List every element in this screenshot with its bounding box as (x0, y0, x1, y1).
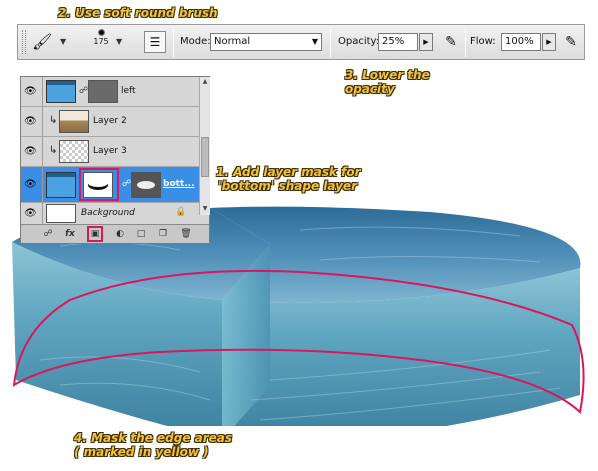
opacity-label: Opacity: (338, 36, 380, 47)
annotation-step1: 1. Add layer mask for 'bottom' shape lay… (216, 165, 361, 193)
layer-row-bottom[interactable]: 👁 ☍ bott... (21, 167, 199, 203)
trash-icon[interactable]: 🗑 (179, 228, 193, 240)
layers-panel: 👁 ☍ left 👁 ↳ Layer 2 👁 ↳ Layer 3 👁 ☍ bot… (20, 76, 210, 244)
annotation-step4-line2: ( marked in yellow ) (74, 445, 209, 459)
new-layer-icon[interactable]: ❐ (156, 228, 170, 240)
layer-thumbnail[interactable] (59, 110, 89, 133)
layers-panel-footer: ☍ fx ▣ ◐ □ ❐ 🗑 (21, 224, 209, 243)
brush-panel-toggle-button[interactable]: ☰ (144, 31, 166, 53)
layer-name[interactable]: Layer 3 (93, 146, 127, 156)
soft-round-brush-icon (97, 29, 105, 36)
tool-preset-chevron-down-icon[interactable]: ▼ (60, 37, 66, 46)
layer-thumbnail[interactable] (46, 80, 76, 103)
annotation-step3-line2: opacity (345, 82, 395, 96)
adjustment-layer-icon[interactable]: ◐ (113, 228, 127, 240)
annotation-step1-line1: 1. Add layer mask for (216, 165, 361, 179)
mask-link-icon[interactable]: ☍ (79, 86, 88, 96)
scroll-thumb[interactable] (201, 137, 209, 177)
airbrush-icon[interactable]: ✎ (561, 31, 581, 53)
scroll-down-arrow-icon[interactable]: ▼ (201, 205, 209, 213)
opacity-slider-button[interactable]: ▶ (419, 33, 433, 51)
mode-label: Mode: (180, 36, 211, 47)
divider (42, 167, 43, 203)
annotation-step4: 4. Mask the edge areas ( marked in yello… (74, 431, 232, 459)
layer-row-layer2[interactable]: 👁 ↳ Layer 2 (21, 107, 199, 137)
layer-name[interactable]: left (121, 86, 136, 96)
divider (42, 77, 43, 107)
layer-name[interactable]: Background (81, 208, 135, 218)
blend-mode-value: Normal (214, 36, 251, 47)
annotation-step2: 2. Use soft round brush (58, 6, 218, 20)
brush-size-label: 175 (93, 37, 109, 46)
layer-thumbnail[interactable] (46, 204, 76, 223)
layer-row-background[interactable]: 👁 Background 🔒 (21, 203, 199, 225)
blend-mode-select[interactable]: Normal ▼ (210, 33, 322, 51)
fx-icon[interactable]: fx (63, 228, 77, 240)
separator (465, 29, 466, 57)
layer-row-layer3[interactable]: 👁 ↳ Layer 3 (21, 137, 199, 167)
link-layers-icon[interactable]: ☍ (41, 228, 55, 240)
brush-picker-chevron-down-icon[interactable]: ▼ (116, 37, 122, 46)
annotation-step4-line1: 4. Mask the edge areas (74, 431, 233, 445)
annotation-step3-line1: 3. Lower the (345, 68, 430, 82)
brush-options-bar: 🖌 ▼ 175 ▼ ☰ Mode: Normal ▼ Opacity: 25% … (17, 24, 585, 60)
mask-link-icon[interactable]: ☍ (122, 179, 131, 189)
vector-mask-thumbnail[interactable] (131, 172, 161, 198)
annotation-step1-line2: 'bottom' shape layer (218, 179, 357, 193)
toolbar-grip[interactable] (22, 30, 26, 54)
separator (173, 29, 174, 57)
divider (42, 203, 43, 225)
brush-preset-picker[interactable]: 175 (88, 28, 114, 56)
visibility-eye-icon[interactable]: 👁 (24, 208, 38, 220)
annotation-step3: 3. Lower the opacity (345, 68, 430, 96)
divider (42, 137, 43, 167)
visibility-eye-icon[interactable]: 👁 (24, 179, 38, 191)
visibility-eye-icon[interactable]: 👁 (24, 116, 38, 128)
flow-label: Flow: (470, 36, 496, 47)
visibility-eye-icon[interactable]: 👁 (24, 146, 38, 158)
brush-tool-icon[interactable]: 🖌 (32, 31, 54, 53)
scroll-up-arrow-icon[interactable]: ▲ (201, 78, 209, 86)
layers-scrollbar[interactable]: ▲ ▼ (199, 77, 210, 215)
chevron-down-icon: ▼ (311, 37, 318, 46)
flow-field[interactable]: 100% (501, 33, 541, 51)
tablet-pressure-opacity-icon[interactable]: ✎ (441, 31, 461, 53)
layer-thumbnail[interactable] (59, 140, 89, 163)
clipping-mask-icon: ↳ (49, 145, 58, 156)
separator (330, 29, 331, 57)
clipping-mask-icon: ↳ (49, 115, 58, 126)
layer-mask-thumbnail[interactable] (83, 172, 113, 198)
lock-icon: 🔒 (175, 207, 187, 217)
layer-row-left[interactable]: 👁 ☍ left (21, 77, 199, 107)
layer-name[interactable]: bott... (163, 179, 195, 189)
layer-name[interactable]: Layer 2 (93, 116, 127, 126)
add-layer-mask-icon[interactable]: ▣ (88, 228, 102, 240)
divider (42, 107, 43, 137)
flow-slider-button[interactable]: ▶ (542, 33, 556, 51)
layer-mask-thumbnail[interactable] (88, 80, 118, 103)
opacity-field[interactable]: 25% (378, 33, 418, 51)
visibility-eye-icon[interactable]: 👁 (24, 86, 38, 98)
layer-thumbnail[interactable] (46, 172, 76, 198)
new-group-icon[interactable]: □ (134, 228, 148, 240)
